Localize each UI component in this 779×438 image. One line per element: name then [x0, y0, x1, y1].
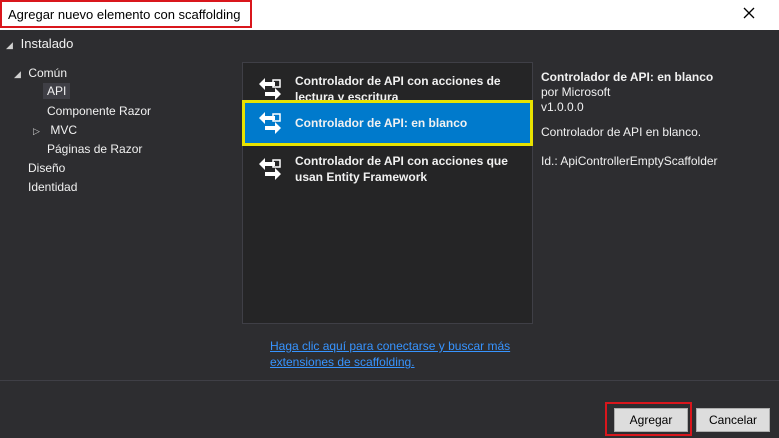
- tree-installed[interactable]: ◢ Instalado: [6, 36, 73, 51]
- tree-item-label: MVC: [50, 123, 78, 137]
- template-list: Controlador de API con acciones de lectu…: [242, 62, 533, 324]
- window-title: Agregar nuevo elemento con scaffolding: [0, 0, 252, 28]
- tree-item-mvc[interactable]: ▷ MVC: [33, 123, 77, 137]
- details-panel: Controlador de API: en blanco por Micros…: [541, 70, 718, 169]
- details-version: v1.0.0.0: [541, 100, 584, 114]
- tree-item-componente-razor[interactable]: Componente Razor: [47, 104, 151, 118]
- tree-item-paginas-razor[interactable]: Páginas de Razor: [47, 142, 142, 156]
- online-extensions-link[interactable]: Haga clic aquí para conectarse y buscar …: [270, 338, 530, 370]
- expanded-triangle-icon[interactable]: ◢: [6, 40, 17, 51]
- details-title: Controlador de API: en blanco: [541, 70, 714, 84]
- tree-item-diseno[interactable]: Diseño: [28, 161, 65, 175]
- template-item-label: Controlador de API con acciones que usan…: [295, 154, 508, 184]
- tree-item-identidad[interactable]: Identidad: [28, 180, 77, 194]
- template-item-entity-framework[interactable]: Controlador de API con acciones que usan…: [243, 147, 532, 191]
- tree-item-comun[interactable]: ◢ Común: [14, 66, 67, 80]
- tree-item-label: Páginas de Razor: [47, 142, 143, 156]
- template-item-empty[interactable]: Controlador de API: en blanco: [242, 100, 533, 146]
- cancel-button[interactable]: Cancelar: [696, 408, 770, 432]
- tree-item-label: Identidad: [28, 180, 78, 194]
- expanded-triangle-icon[interactable]: ◢: [14, 69, 25, 80]
- tree-item-label: API: [47, 84, 67, 98]
- title-bar: Agregar nuevo elemento con scaffolding: [0, 0, 779, 30]
- add-button[interactable]: Agregar: [614, 408, 688, 432]
- tree-item-label: Común: [28, 66, 68, 80]
- close-icon[interactable]: [741, 5, 757, 21]
- tree-installed-label: Instalado: [20, 36, 74, 51]
- controller-icon: [259, 112, 281, 134]
- tree-item-api[interactable]: API: [43, 83, 71, 99]
- collapsed-triangle-icon[interactable]: ▷: [33, 126, 47, 137]
- details-id: Id.: ApiControllerEmptyScaffolder: [541, 154, 718, 168]
- tree-item-label: Componente Razor: [47, 104, 152, 118]
- details-description: Controlador de API en blanco.: [541, 125, 702, 139]
- details-author: por Microsoft: [541, 85, 611, 99]
- controller-icon: [259, 158, 281, 180]
- tree-item-label: Diseño: [28, 161, 66, 175]
- template-item-label: Controlador de API: en blanco: [295, 116, 468, 130]
- controller-icon: [259, 78, 281, 100]
